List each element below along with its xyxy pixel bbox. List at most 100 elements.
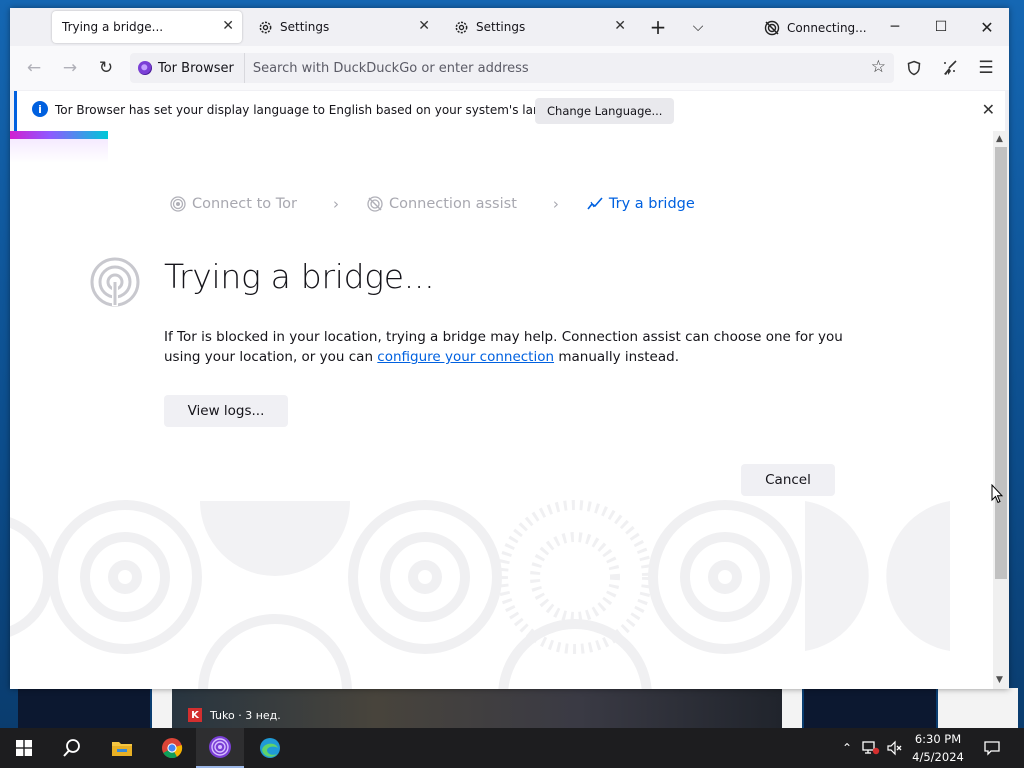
page-content: Connect to Tor › Connection assist › Try…: [10, 131, 993, 689]
new-identity-button[interactable]: [938, 56, 962, 80]
broom-icon: [944, 60, 957, 75]
close-tab-icon[interactable]: ✕: [222, 18, 234, 34]
breadcrumb-connection-assist[interactable]: Connection assist: [367, 196, 517, 212]
search-icon: [63, 739, 80, 757]
tab-settings-1[interactable]: Settings ✕: [248, 11, 438, 43]
news-source: Tuko · 3 нед.: [210, 709, 281, 722]
change-language-button[interactable]: Change Language...: [535, 98, 675, 124]
tor-connecting-icon: [90, 257, 140, 307]
minimize-button[interactable]: ─: [880, 14, 910, 40]
news-image: [172, 688, 782, 728]
forward-button[interactable]: →: [58, 56, 82, 80]
back-button[interactable]: ←: [22, 56, 46, 80]
view-logs-button[interactable]: View logs...: [164, 395, 288, 427]
taskbar-edge[interactable]: [246, 728, 294, 768]
windows-taskbar: ⌃ 6:30 PM 4/5/2024: [0, 728, 1024, 768]
clock-date: 4/5/2024: [912, 750, 964, 764]
reload-button[interactable]: ↻: [94, 56, 118, 80]
breadcrumb-try-a-bridge[interactable]: Try a bridge: [587, 196, 695, 212]
new-tab-button[interactable]: +: [643, 14, 673, 40]
edge-icon: [260, 738, 280, 758]
show-hidden-icons[interactable]: ⌃: [838, 728, 856, 768]
taskbar-tor-browser[interactable]: [196, 728, 244, 768]
progress-glow: [10, 139, 108, 163]
windows-logo-icon: [16, 740, 32, 756]
page-description: If Tor is blocked in your location, tryi…: [164, 327, 854, 367]
close-window-button[interactable]: ✕: [972, 14, 1002, 40]
identity-chip[interactable]: Tor Browser: [130, 53, 245, 83]
scroll-up-arrow[interactable]: ▲: [996, 134, 1003, 144]
gear-icon: [455, 21, 468, 33]
network-disconnected-icon: [862, 741, 880, 755]
tab-title: Settings: [280, 20, 330, 34]
chevron-down-icon: ⌵: [692, 19, 704, 35]
page-title: Trying a bridge...: [164, 257, 435, 296]
connection-status[interactable]: Connecting...: [764, 20, 867, 36]
maximize-button[interactable]: ☐: [926, 14, 956, 40]
mouse-cursor: [991, 484, 1003, 504]
desktop-widget-right: [804, 688, 936, 728]
cancel-button[interactable]: Cancel: [741, 464, 835, 496]
start-button[interactable]: [0, 728, 48, 768]
configure-connection-link[interactable]: configure your connection: [377, 349, 554, 365]
chevron-right-icon: ›: [552, 195, 559, 213]
app-menu-button[interactable]: ☰: [974, 56, 998, 80]
desktop-side-panel: [938, 688, 1018, 728]
close-tab-icon[interactable]: ✕: [614, 18, 626, 34]
clock-time: 6:30 PM: [914, 732, 962, 746]
bookmark-star-icon[interactable]: ☆: [871, 57, 886, 77]
breadcrumb-label: Connection assist: [388, 196, 517, 212]
navigation-toolbar: ← → ↻ Tor Browser Search with DuckDuckGo…: [10, 46, 1009, 90]
speaker-muted-icon: [887, 740, 902, 756]
onion-disconnected-icon: [764, 20, 780, 36]
desktop-news-card[interactable]: K Tuko · 3 нед.: [152, 688, 802, 728]
address-input[interactable]: Search with DuckDuckGo or enter address: [253, 61, 529, 76]
shield-icon: [907, 60, 921, 76]
taskbar-file-explorer[interactable]: [98, 728, 146, 768]
tab-title: Trying a bridge...: [62, 20, 164, 34]
chevron-up-icon: ⌃: [841, 741, 853, 755]
news-source-badge: K: [188, 708, 202, 722]
chevron-right-icon: ›: [332, 195, 339, 213]
volume-status[interactable]: [884, 728, 906, 768]
page-scrollbar[interactable]: ▲ ▼: [993, 131, 1009, 689]
connection-status-label: Connecting...: [787, 21, 867, 35]
notification-message: Tor Browser has set your display languag…: [55, 103, 582, 117]
description-text-end: manually instead.: [554, 349, 680, 365]
gear-icon: [259, 21, 272, 33]
tor-browser-window: Trying a bridge... ✕ Settings ✕ Settings…: [10, 8, 1009, 689]
tab-trying-a-bridge[interactable]: Trying a bridge... ✕: [52, 11, 242, 43]
breadcrumb-label: Try a bridge: [608, 196, 695, 212]
connection-progress-bar: [10, 131, 108, 139]
tab-strip: Trying a bridge... ✕ Settings ✕ Settings…: [10, 8, 1009, 46]
close-notification-icon[interactable]: ✕: [982, 100, 995, 119]
desktop-widget-left: [18, 688, 150, 728]
tab-settings-2[interactable]: Settings ✕: [444, 11, 634, 43]
breadcrumb-label: Connect to Tor: [192, 196, 297, 212]
background-onion-pattern: [10, 500, 950, 689]
taskbar-search-button[interactable]: [48, 728, 96, 768]
system-clock[interactable]: 6:30 PM 4/5/2024: [906, 730, 970, 766]
tor-logo-icon: [138, 61, 152, 75]
connection-assist-icon: [367, 196, 383, 212]
breadcrumb-connect-to-tor[interactable]: Connect to Tor: [170, 196, 297, 212]
language-notification-bar: i Tor Browser has set your display langu…: [14, 91, 1005, 131]
identity-chip-label: Tor Browser: [158, 60, 234, 76]
notification-icon: [984, 741, 1000, 756]
info-icon: i: [32, 101, 48, 117]
close-tab-icon[interactable]: ✕: [418, 18, 430, 34]
shield-button[interactable]: [902, 56, 926, 80]
network-status[interactable]: [860, 728, 882, 768]
onion-icon: [170, 196, 186, 212]
action-center-button[interactable]: [978, 728, 1006, 768]
file-explorer-icon: [112, 742, 132, 756]
bridge-icon: [587, 197, 603, 210]
breadcrumb: Connect to Tor › Connection assist › Try…: [170, 195, 695, 213]
scroll-down-arrow[interactable]: ▼: [996, 675, 1003, 685]
hamburger-menu-icon: ☰: [978, 58, 994, 78]
list-all-tabs-button[interactable]: ⌵: [683, 14, 713, 40]
scrollbar-thumb[interactable]: [995, 147, 1007, 579]
tor-browser-icon: [209, 736, 231, 758]
taskbar-chrome[interactable]: [148, 728, 196, 768]
address-bar[interactable]: Tor Browser Search with DuckDuckGo or en…: [130, 53, 894, 83]
